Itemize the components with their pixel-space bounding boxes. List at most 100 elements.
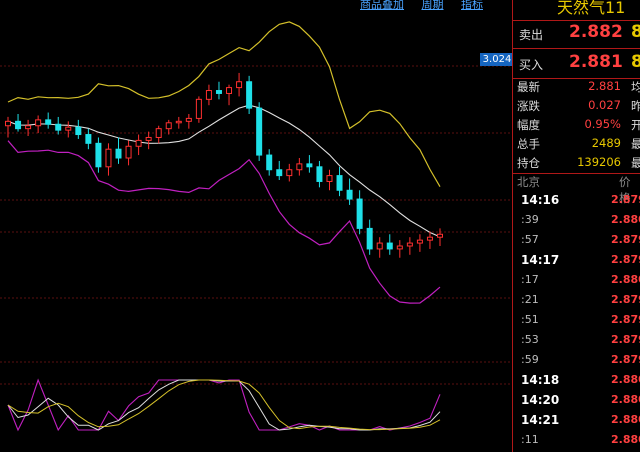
osc-k-line [7,378,441,432]
tick-row: :53 2.879 [513,333,640,352]
tick-time: :21 [521,293,539,306]
candle-body [366,227,373,250]
sell-label: 卖出 [519,28,544,42]
candle-body [376,242,383,250]
candle-body [75,126,82,136]
contract-title: 天然气11 [557,0,626,17]
tick-row: 14:18 2.880 [513,373,640,392]
tick-row: :39 2.880 [513,213,640,232]
quote-row-open-interest: 持仓 139206 最 [517,155,640,170]
candle-body [416,239,423,244]
candle-body [296,163,303,171]
tick-time: :51 [521,313,539,326]
divider [513,48,640,49]
overlay-link[interactable]: 商品叠加 [360,0,404,11]
candle-body [356,198,363,229]
tick-time: :39 [521,213,539,226]
tick-price: 2.879 [611,333,640,346]
tick-time: :57 [521,233,539,246]
divider [513,20,640,21]
candle-body [65,126,72,131]
period-link[interactable]: 周期 [422,0,444,11]
candle-body [25,125,32,130]
candle-body [135,139,142,147]
candle-body [15,120,22,130]
tick-time: 14:16 [521,193,560,207]
tick-time: :59 [521,353,539,366]
candle-body [256,107,263,156]
tick-time: :17 [521,273,539,286]
candle-body [336,175,343,191]
tick-price: 2.880 [611,273,640,286]
candle-body [205,90,212,100]
lower-band-line [7,140,441,304]
indicator-link[interactable]: 指标 [461,0,483,11]
candle-body [236,81,243,89]
candle-body [85,134,92,144]
candle-body [5,120,11,127]
candle-body [165,122,172,130]
candle-body [346,189,353,200]
tick-price: 2.879 [611,193,640,206]
quote-row-latest: 最新 2.881 均 [517,79,640,94]
candle-body [195,98,202,119]
candle-body [286,169,293,177]
candle-body [215,90,222,94]
candle-body [145,136,152,141]
candle-body [125,145,132,159]
tick-time: 14:18 [521,373,560,387]
quote-row-change: 涨跌 0.027 昨 [517,98,640,113]
candle-body [115,148,122,159]
middle-band-line [7,104,441,238]
tick-time: :53 [521,333,539,346]
buy-label: 买入 [519,58,544,72]
tick-price: 2.879 [611,313,640,326]
tick-price: 2.879 [611,253,640,266]
chart-toolbar: 商品叠加 周期 指标 [360,0,497,12]
candle-body [276,169,283,177]
quote-row-percent: 幅度 0.95% 开 [517,117,640,132]
ticks-header: 北京 价格 [517,175,631,205]
tick-price: 2.880 [611,393,640,406]
quote-row-volume: 总手 2489 最 [517,136,640,151]
tick-time: 14:17 [521,253,560,267]
candle-body [437,233,443,238]
buy-qty: 8 [631,52,640,72]
buy-price: 2.881 [569,52,623,72]
tick-time: 14:21 [521,413,560,427]
tick-row: :59 2.879 [513,353,640,372]
upper-band-line [7,21,441,188]
tick-row: :21 2.879 [513,293,640,312]
tick-price: 2.879 [611,293,640,306]
price-axis-tag: 3.024 [480,53,514,66]
tick-price: 2.879 [611,353,640,366]
candle-body [45,119,52,125]
candle-body [55,123,62,131]
tick-time: :11 [521,433,539,446]
candle-body [266,154,273,171]
candle-body [95,142,102,168]
candle-body [185,117,192,122]
candlestick-series [5,72,443,258]
tick-row: 14:16 2.879 [513,193,640,212]
kline-chart[interactable] [0,0,510,452]
tick-row: 14:20 2.880 [513,393,640,412]
tick-row: :57 2.879 [513,233,640,252]
chart-grid [0,65,510,385]
candle-body [226,87,233,94]
candle-body [396,245,403,250]
tick-price: 2.880 [611,373,640,386]
tick-time: 14:20 [521,393,560,407]
candle-body [246,81,253,109]
candle-body [316,166,323,182]
candle-body [306,163,313,168]
candle-body [426,236,433,241]
tick-price: 2.880 [611,213,640,226]
candle-body [35,119,42,127]
tick-price: 2.879 [611,233,640,246]
candle-body [155,128,162,138]
sell-qty: 8 [631,22,640,42]
candle-body [386,242,393,250]
tick-row: :51 2.879 [513,313,640,332]
tick-row: :17 2.880 [513,273,640,292]
